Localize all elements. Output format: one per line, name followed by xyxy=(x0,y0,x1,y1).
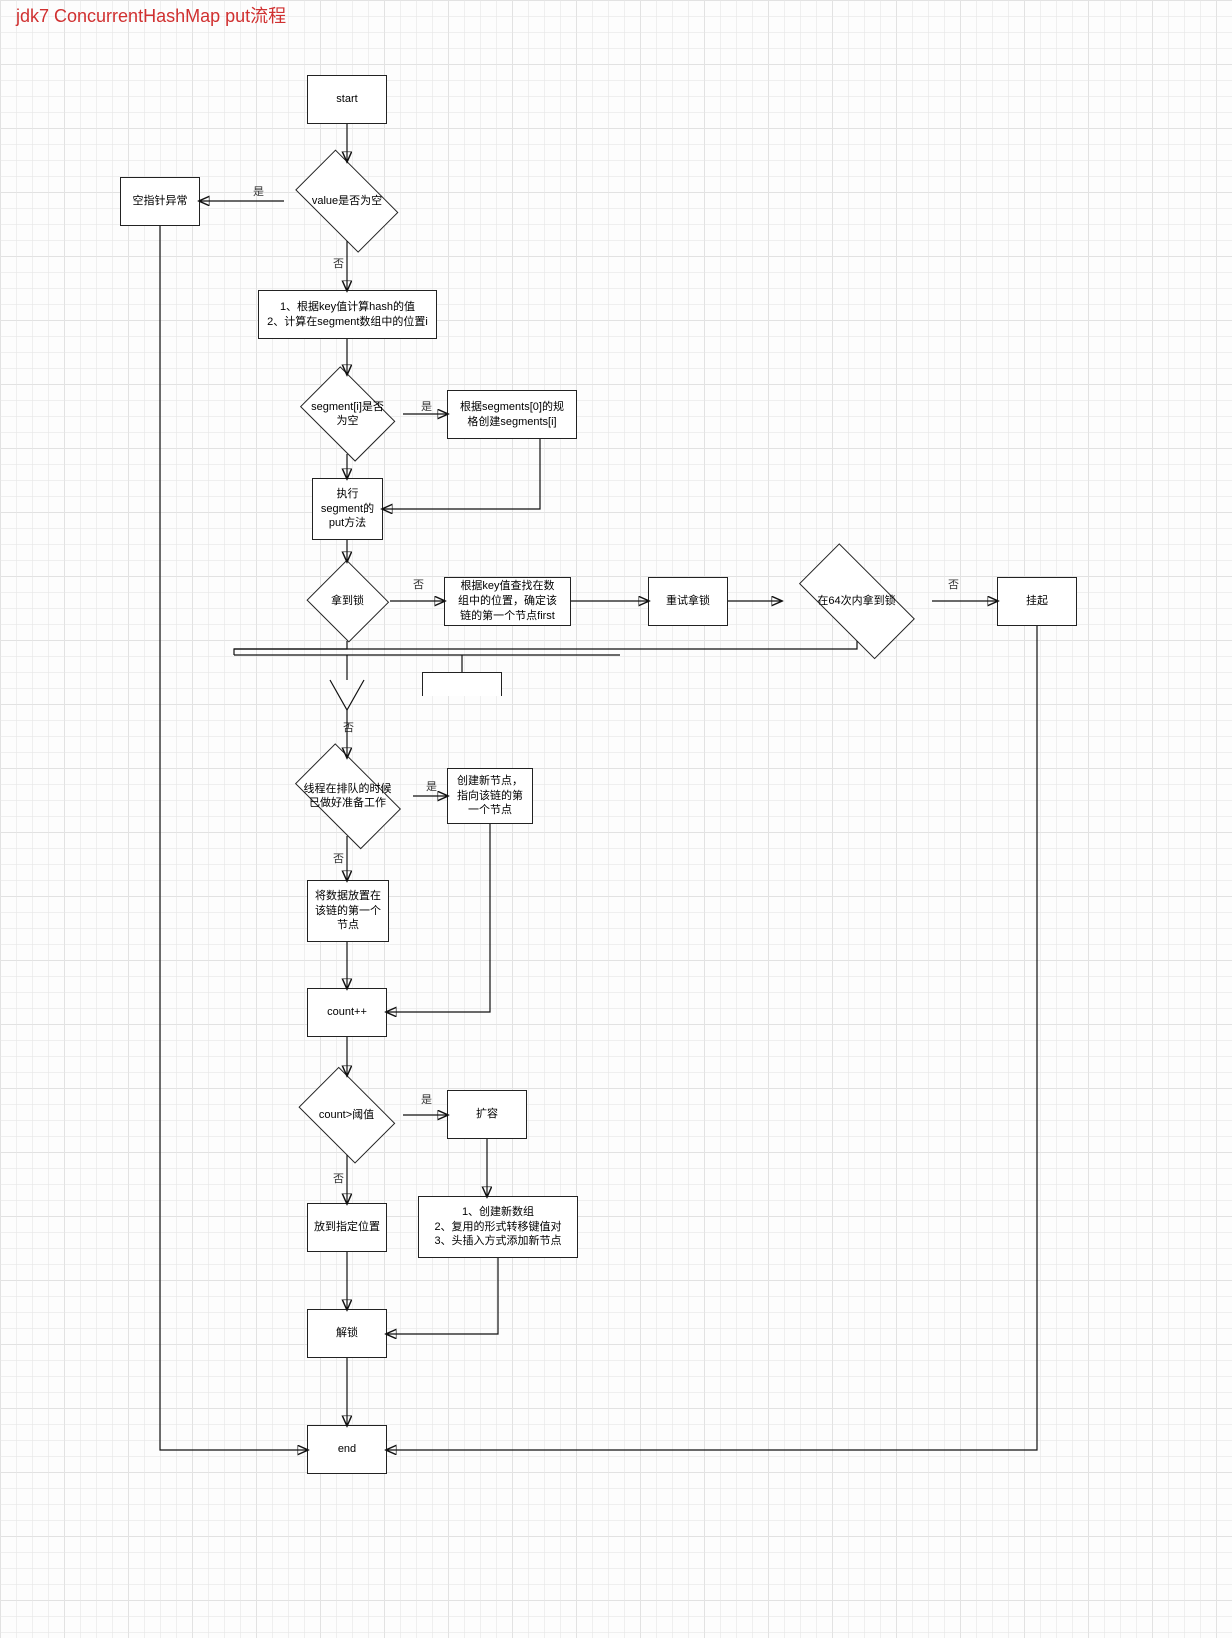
new-array-node: 1、创建新数组 2、复用的形式转移键值对 3、头插入方式添加新节点 xyxy=(418,1196,578,1258)
label-segnull-yes: 是 xyxy=(421,398,432,414)
unlock-node: 解锁 xyxy=(307,1309,387,1358)
npe-node: 空指针异常 xyxy=(120,177,200,226)
prepared-decision: 线程在排队的时候 已做好准备工作 xyxy=(282,756,413,836)
retry-lock-node: 重试拿锁 xyxy=(648,577,728,626)
partial-hidden-node xyxy=(422,672,502,696)
label-valuenull-no: 否 xyxy=(333,255,344,271)
label-q-no: 否 xyxy=(343,719,354,735)
resize-node: 扩容 xyxy=(447,1090,527,1139)
start-node: start xyxy=(307,75,387,124)
find-first-node: 根据key值查找在数 组中的位置，确定该 链的第一个节点first xyxy=(444,577,571,626)
end-node: end xyxy=(307,1425,387,1474)
label-countgt-yes: 是 xyxy=(421,1091,432,1107)
label-prepared-yes: 是 xyxy=(426,778,437,794)
edges-layer xyxy=(0,0,1232,1638)
count-gt-decision: count>阈值 xyxy=(290,1075,403,1155)
hash-calc-node: 1、根据key值计算hash的值 2、计算在segment数组中的位置i xyxy=(258,290,437,339)
value-null-decision: value是否为空 xyxy=(284,161,410,241)
new-node-first: 创建新节点， 指向该链的第 一个节点 xyxy=(447,768,533,824)
count-inc-node: count++ xyxy=(307,988,387,1037)
label-prepared-no: 否 xyxy=(333,850,344,866)
create-segment-node: 根据segments[0]的规 格创建segments[i] xyxy=(447,390,577,439)
diagram-title: jdk7 ConcurrentHashMap put流程 xyxy=(16,2,286,28)
got-lock-decision: 拿到锁 xyxy=(305,561,390,641)
place-first-node: 将数据放置在 该链的第一个 节点 xyxy=(307,880,389,942)
label-countgt-no: 否 xyxy=(333,1170,344,1186)
suspend-node: 挂起 xyxy=(997,577,1077,626)
label-in64-no: 否 xyxy=(948,576,959,592)
in64-decision: 在64次内拿到锁 xyxy=(781,561,932,641)
segment-put-node: 执行 segment的 put方法 xyxy=(312,478,383,540)
label-valuenull-yes: 是 xyxy=(253,183,264,199)
segment-null-decision: segment[i]是否 为空 xyxy=(292,374,403,454)
label-gotlock-no: 否 xyxy=(413,576,424,592)
place-pos-node: 放到指定位置 xyxy=(307,1203,387,1252)
